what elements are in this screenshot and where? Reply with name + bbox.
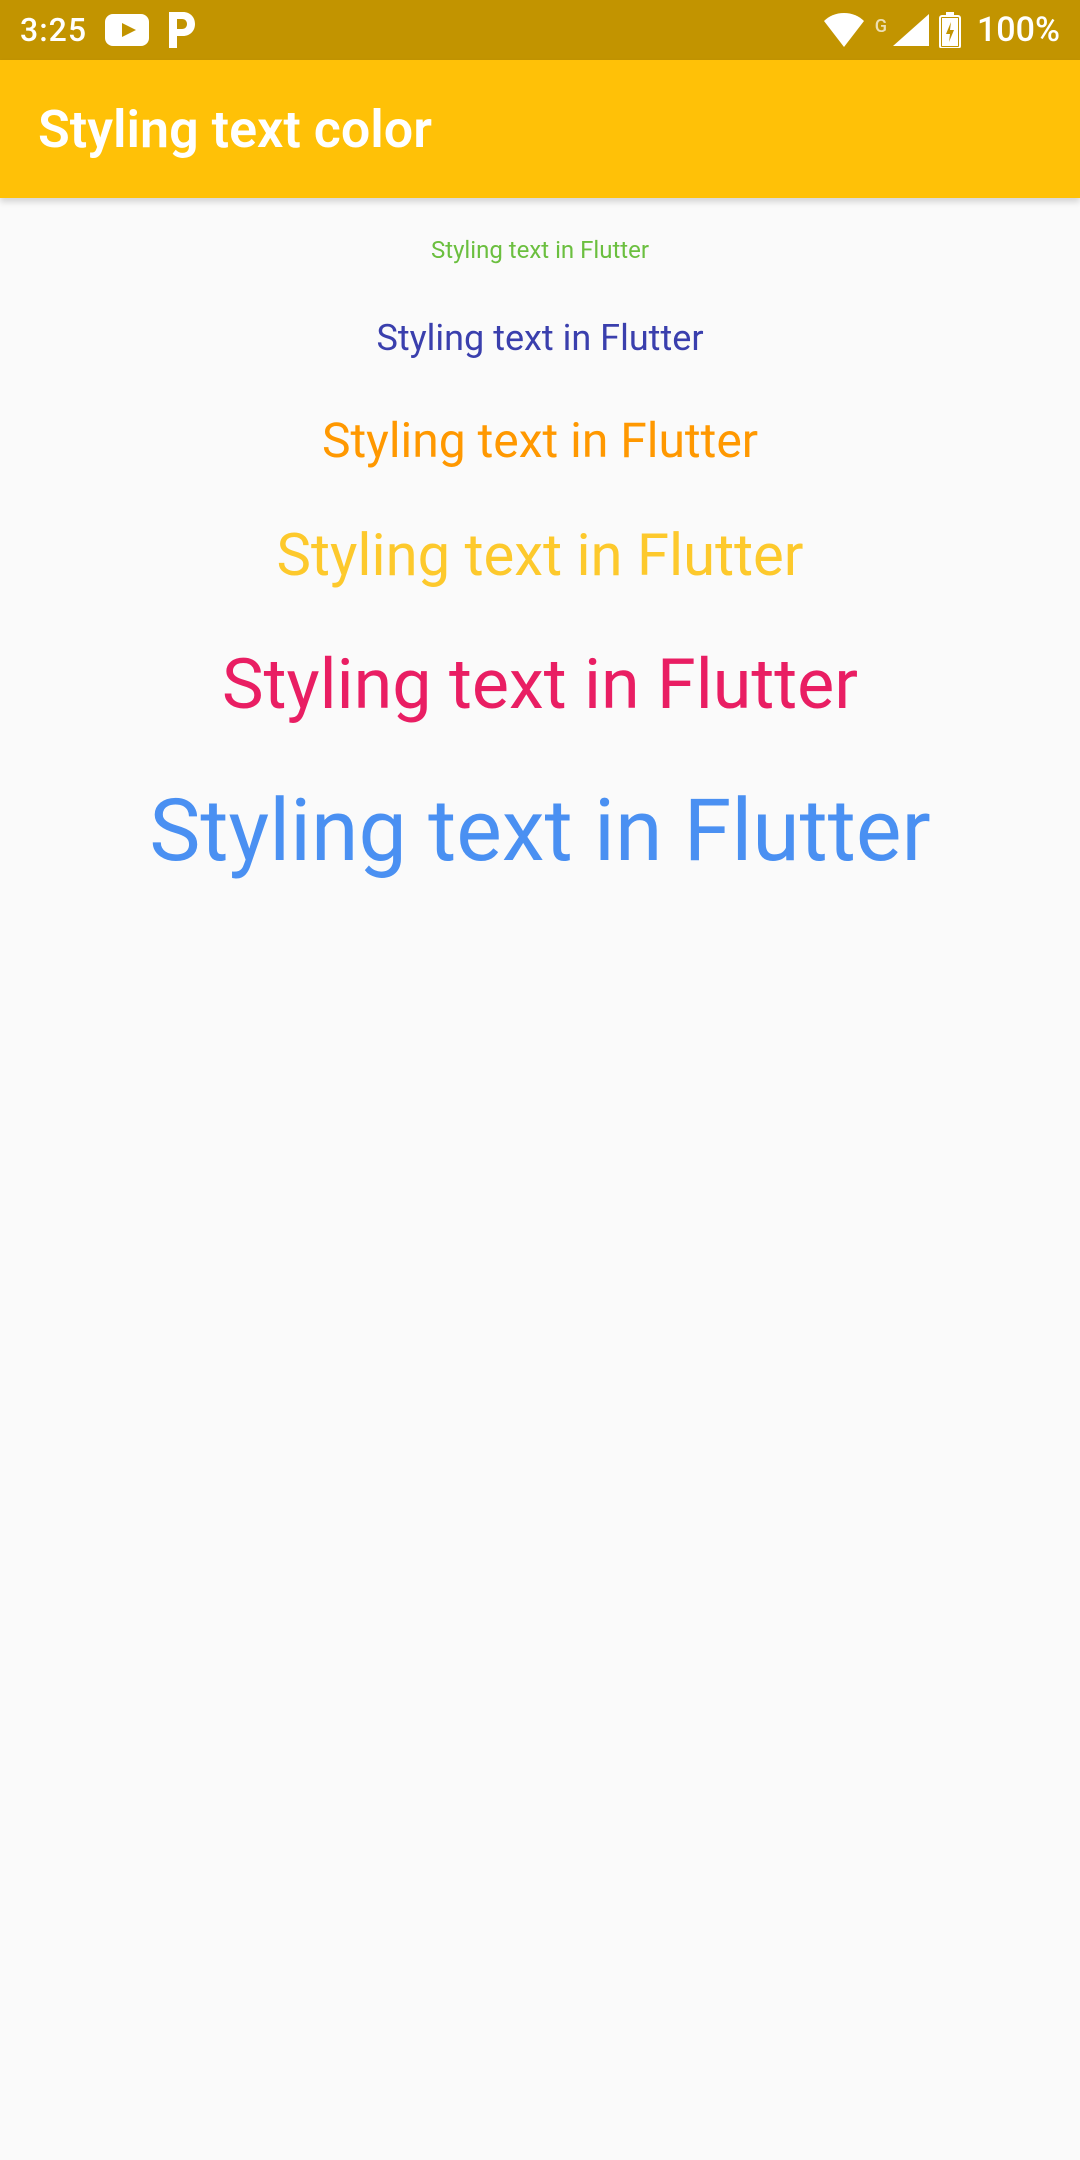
- app-bar: Styling text color: [0, 60, 1080, 198]
- status-time: 3:25: [20, 11, 87, 49]
- status-left-group: 3:25: [20, 11, 195, 49]
- styled-text-line-3: Styling text in Flutter: [277, 522, 804, 592]
- youtube-icon: [105, 14, 149, 46]
- battery-charging-icon: [939, 12, 961, 48]
- signal-icon: [893, 14, 929, 46]
- styled-text-line-2: Styling text in Flutter: [322, 412, 758, 470]
- status-bar: 3:25 G: [0, 0, 1080, 60]
- styled-text-line-1: Styling text in Flutter: [376, 317, 703, 360]
- wifi-icon: [823, 13, 865, 47]
- styled-text-line-5: Styling text in Flutter: [149, 779, 930, 882]
- status-right-group: G 100%: [823, 10, 1060, 50]
- styled-text-line-4: Styling text in Flutter: [222, 643, 858, 727]
- battery-percentage: 100%: [977, 10, 1060, 50]
- page-title: Styling text color: [38, 99, 432, 160]
- network-type-indicator: G: [875, 16, 887, 37]
- p-icon: [167, 12, 195, 48]
- content-area: Styling text in Flutter Styling text in …: [0, 198, 1080, 882]
- styled-text-line-0: Styling text in Flutter: [431, 236, 649, 265]
